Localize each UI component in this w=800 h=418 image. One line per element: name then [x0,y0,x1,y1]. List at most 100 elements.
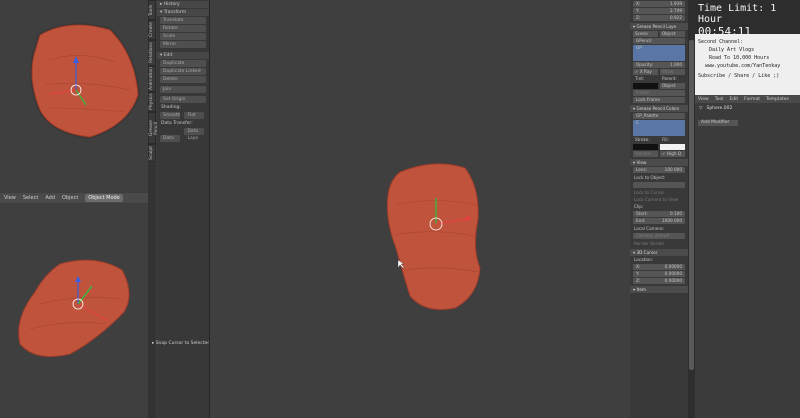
stroke-color[interactable] [633,144,658,150]
join-button[interactable]: Join [160,86,206,93]
volume-checkbox[interactable]: Volume [633,151,658,157]
high-quality-checkbox[interactable]: ✓ High Q [660,151,685,157]
tab-physics[interactable]: Physics [148,92,156,112]
scene-toggle[interactable]: Scene [633,31,658,37]
clip-label: Clip: [634,204,644,209]
data-button[interactable]: Data [160,135,180,142]
parent-label: Parent: [662,76,677,81]
flat-button[interactable]: Flat [184,112,205,119]
scrollbar-thumb[interactable] [689,40,694,370]
outliner-view-menu[interactable]: View [698,97,709,102]
scale-button[interactable]: Scale [160,33,206,40]
parent-object-field[interactable]: Object [660,83,685,89]
set-origin-dropdown[interactable]: Set Origin [160,96,206,103]
coord-y-field[interactable]: Y: 2.749 [633,8,685,14]
tab-relations[interactable]: Relations [148,40,156,66]
outliner-format-menu[interactable]: Format [744,97,760,102]
cursor-y-field[interactable]: Y: 0.00000 [633,271,685,277]
mesh-top-left [31,24,139,138]
local-camera-field[interactable]: Camera_default [633,233,685,239]
vlog-text: Daily Art Vlogs [709,47,755,53]
time-limit-text: Time Limit: 1 Hour [698,3,777,25]
road-text: Road To 10,000 Hours [709,55,770,61]
translate-button[interactable]: Translate [160,17,206,24]
cursor-x-field[interactable]: X: 0.00000 [633,264,685,270]
opacity-field[interactable]: Opacity: 1.000 [633,62,685,68]
color-item[interactable]: C [633,120,685,136]
delete-button[interactable]: Delete [160,76,206,83]
timer-text: 00:54:11 [698,25,751,38]
grease-pencil-layers-header[interactable]: ▾ Grease Pencil Laye [630,23,688,30]
edit-header[interactable]: ▾ Edit [157,52,209,59]
mesh-main [386,163,481,310]
tab-animation[interactable]: Animation [148,66,156,92]
fill-color[interactable] [660,144,685,150]
object-icon: ▽ [699,106,703,111]
lock-frame-button[interactable]: Lock Frame [633,97,685,103]
history-header[interactable]: ▸ History [157,1,209,8]
mode-dropdown[interactable]: Object Mode [85,194,123,202]
clip-end-field[interactable]: End: 1000.000 [633,218,685,224]
properties-scrollbar[interactable] [688,0,695,418]
gp-layer-item[interactable]: GP [633,45,685,61]
smooth-button[interactable]: Smooth [160,112,180,119]
palette-field[interactable]: GP_Palette [633,113,685,119]
outliner-menu-bar: View Tool Edit Format Templates [695,95,800,103]
second-channel-text: Second Channel: [698,39,744,45]
toolshelf: ▸ History ▾ Transform Translate Rotate S… [157,0,209,418]
data-transfer-label: Data Transfer: [161,121,193,126]
transform-header[interactable]: ▾ Transform [157,9,209,16]
stroke-label: Stroke: [635,137,650,142]
grease-pencil-colors-header[interactable]: ▾ Grease Pencil Colors [630,105,688,112]
frame-field[interactable]: Frame: [633,90,685,96]
3d-cursor-header[interactable]: ▾ 3D Cursor [630,249,688,256]
viewport-bottom-left[interactable] [0,204,148,418]
outliner-tool-menu[interactable]: Tool [715,97,724,102]
clip-start-field[interactable]: Start: 0.100 [633,211,685,217]
tab-grease-pencil[interactable]: Grease Pencil [148,112,159,144]
duplicate-button[interactable]: Duplicate [160,60,206,67]
lens-field[interactable]: Lens: 100.000 [633,167,685,173]
object-toggle[interactable]: Object [660,31,685,37]
add-modifier-dropdown[interactable]: Add Modifier [698,120,738,126]
tab-sculpt[interactable]: Sculpt [148,144,156,162]
render-border-checkbox[interactable]: Render Border [630,240,688,247]
cursor-z-field[interactable]: Z: 0.00000 [633,278,685,284]
xray-checkbox[interactable]: ✓ X Ray [633,69,658,75]
show-checkbox[interactable]: Show [660,69,685,75]
lock-object-field[interactable] [633,182,685,188]
select-menu[interactable]: Select [23,195,38,201]
local-camera-label: Local Camera: [634,226,665,231]
mirror-button[interactable]: Mirror [160,41,206,48]
outliner-panel: View Tool Edit Format Templates ▽ Sphere… [695,95,800,418]
duplicate-linked-button[interactable]: Duplicate Linked [160,68,206,75]
lock-camera-checkbox[interactable]: Lock Camera to View [630,196,688,203]
rotate-button[interactable]: Rotate [160,25,206,32]
snap-cursor-operator-panel[interactable]: ▸ Snap Cursor to Selected [152,341,210,346]
tint-label: Tint: [635,76,645,81]
object-name: Sphere.002 [706,106,733,111]
item-header[interactable]: ▾ Item [630,286,688,293]
viewport-top-left[interactable] [0,0,148,192]
coord-z-field[interactable]: Z: 0.922 [633,15,685,21]
add-menu[interactable]: Add [45,195,55,201]
view-menu[interactable]: View [4,195,16,201]
tint-color[interactable] [633,83,658,89]
coord-x-field[interactable]: X: 1.939 [633,1,685,7]
view-header[interactable]: ▾ View [630,159,688,166]
tab-create[interactable]: Create [148,20,156,40]
outliner-item-sphere[interactable]: ▽ Sphere.002 [695,103,800,114]
location-label: Location: [634,257,654,262]
gpencil-datablock[interactable]: GPencil [633,38,685,44]
tab-tools[interactable]: Tools [148,0,156,20]
stream-overlay: Time Limit: 1 Hour 00:54:11 Second Chann… [695,0,800,95]
object-menu[interactable]: Object [62,195,78,201]
viewport-main[interactable] [210,0,630,418]
lock-cursor-checkbox[interactable]: Lock to Cursor [630,189,688,196]
properties-panel: X: 1.939 Y: 2.749 Z: 0.922 ▾ Grease Pencil … [630,0,688,418]
lock-to-object-label: Lock to Object: [634,175,666,180]
data-layout-button[interactable]: Data Layo [184,128,205,141]
outliner-templates-menu[interactable]: Templates [766,97,789,102]
outliner-edit-menu[interactable]: Edit [729,97,738,102]
toolshelf-tabs: Tools Create Relations Animation Physics… [148,0,159,418]
